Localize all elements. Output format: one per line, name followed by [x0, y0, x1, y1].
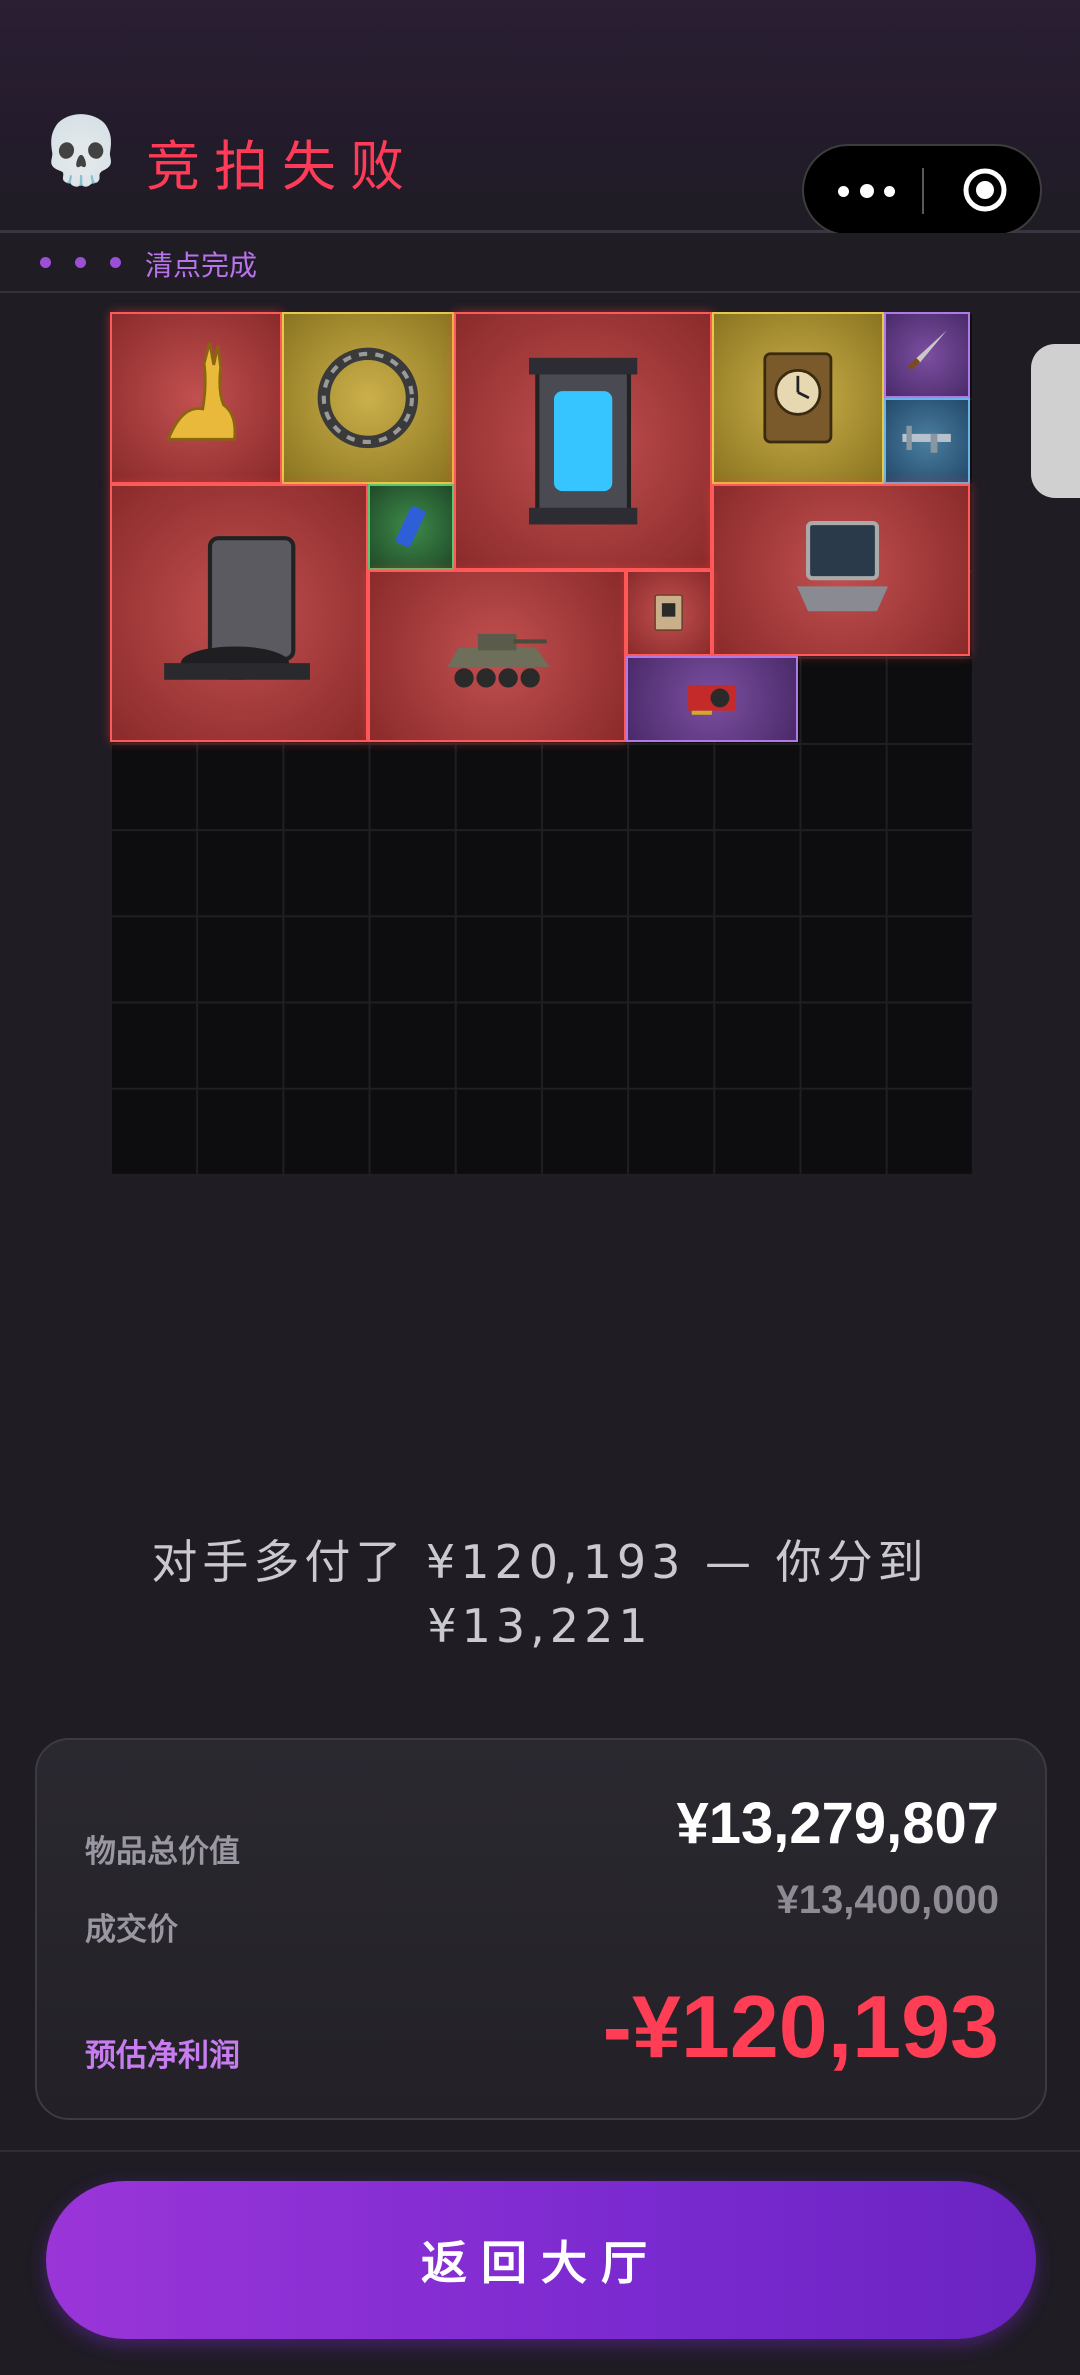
total-value: ¥13,279,807	[676, 1791, 999, 1856]
progress-dot	[40, 257, 51, 268]
more-dots-icon[interactable]	[838, 162, 918, 218]
side-drawer-handle[interactable]	[1031, 344, 1080, 498]
inventory-item-dagger[interactable]	[884, 312, 970, 398]
inventory-item-mechanical-ring-device[interactable]	[282, 312, 454, 484]
inventory-item-armored-vehicle[interactable]	[368, 570, 626, 742]
deal-price-label: 成交价	[85, 1912, 178, 1948]
capsule-divider	[922, 168, 924, 214]
return-lobby-label: 返回大厅	[421, 2236, 661, 2290]
total-value-label: 物品总价值	[85, 1834, 240, 1870]
page-title: 竞拍失败	[146, 135, 418, 198]
inventory-item-rugged-laptop[interactable]	[712, 484, 970, 656]
progress-dot	[75, 257, 86, 268]
inventory-item-energy-reactor-core[interactable]	[454, 312, 712, 570]
net-profit-label: 预估净利润	[85, 2038, 240, 2074]
inventory-item-caliper[interactable]	[884, 398, 970, 484]
inventory-item-gold-antelope-statue[interactable]	[110, 312, 282, 484]
inventory-item-circuit-module[interactable]	[626, 570, 712, 656]
result-message-line2: ¥13,221	[427, 1599, 653, 1653]
summary-card: 物品总价值 ¥13,279,807 成交价 ¥13,400,000 预估净利润 …	[35, 1738, 1047, 2120]
target-circle-icon[interactable]	[961, 166, 1009, 214]
inventory-item-robot-vacuum-station[interactable]	[110, 484, 368, 742]
skull-icon: 💀	[40, 112, 123, 189]
inventory-grid	[110, 312, 972, 1174]
net-profit-value: -¥120,193	[602, 1977, 999, 2076]
progress-dot	[110, 257, 121, 268]
result-message-line1: 对手多付了 ¥120,193 — 你分到	[151, 1535, 929, 1589]
inventory-item-energy-drink-can[interactable]	[368, 484, 454, 570]
return-lobby-button[interactable]: 返回大厅	[46, 2181, 1036, 2339]
inventory-item-antique-clock[interactable]	[712, 312, 884, 484]
mini-program-capsule	[802, 144, 1042, 236]
deal-price-value: ¥13,400,000	[776, 1878, 999, 1922]
bottom-divider	[0, 2150, 1080, 2152]
progress-status: 清点完成	[145, 249, 258, 282]
result-message: 对手多付了 ¥120,193 — 你分到 ¥13,221	[60, 1530, 1020, 1658]
inventory-item-graphics-card[interactable]	[626, 656, 798, 742]
